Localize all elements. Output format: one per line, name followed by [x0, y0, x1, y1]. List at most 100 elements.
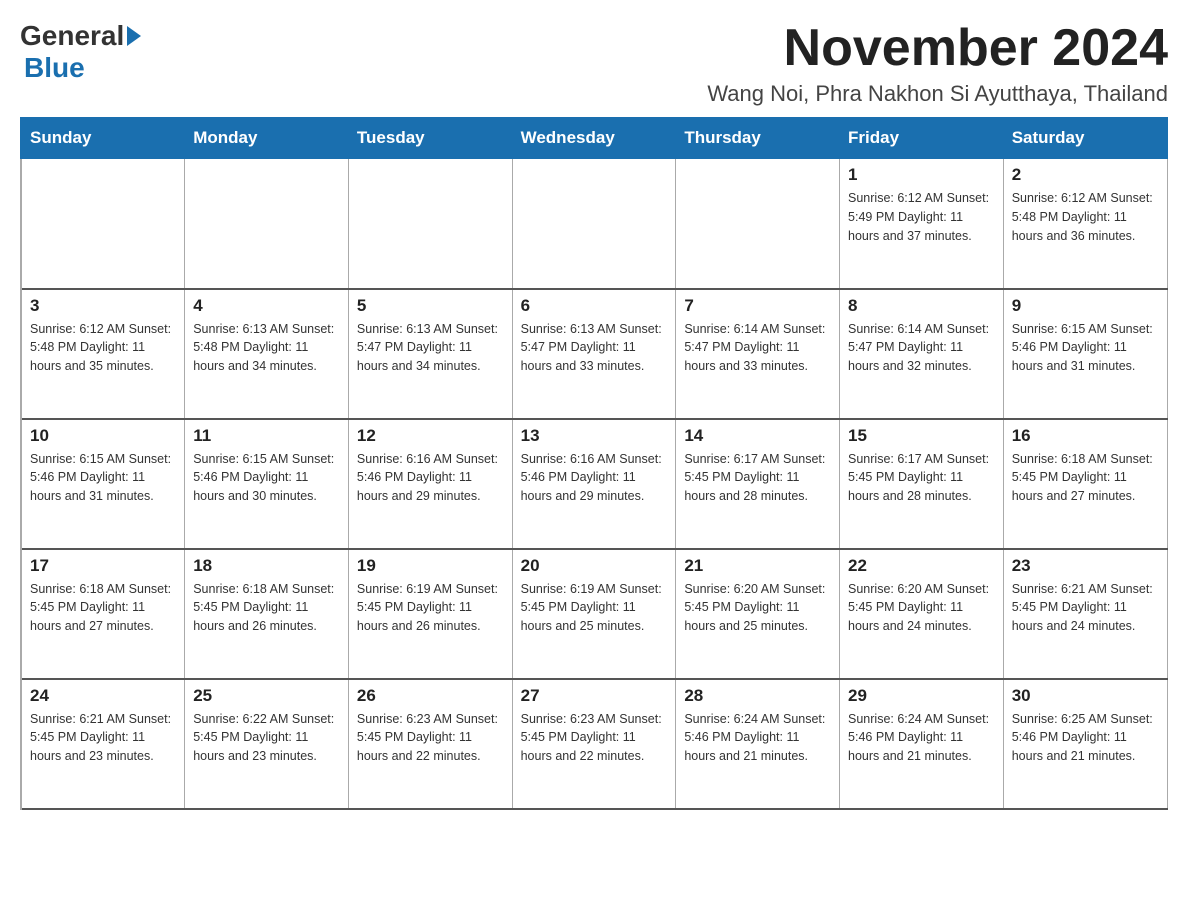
week-row-4: 17 Sunrise: 6:18 AM Sunset: 5:45 PM Dayli… — [21, 549, 1167, 679]
day-info: Sunrise: 6:14 AM Sunset: 5:47 PM Dayligh… — [848, 320, 995, 376]
day-info: Sunrise: 6:15 AM Sunset: 5:46 PM Dayligh… — [30, 450, 176, 506]
day-cell: 19 Sunrise: 6:19 AM Sunset: 5:45 PM Dayli… — [348, 549, 512, 679]
day-number: 30 — [1012, 686, 1159, 706]
day-cell: 27 Sunrise: 6:23 AM Sunset: 5:45 PM Dayli… — [512, 679, 676, 809]
day-number: 14 — [684, 426, 831, 446]
day-cell: 4 Sunrise: 6:13 AM Sunset: 5:48 PM Daylig… — [185, 289, 349, 419]
day-number: 29 — [848, 686, 995, 706]
day-info: Sunrise: 6:24 AM Sunset: 5:46 PM Dayligh… — [684, 710, 831, 766]
day-info: Sunrise: 6:13 AM Sunset: 5:48 PM Dayligh… — [193, 320, 340, 376]
day-number: 7 — [684, 296, 831, 316]
day-cell: 29 Sunrise: 6:24 AM Sunset: 5:46 PM Dayli… — [840, 679, 1004, 809]
weekday-header-saturday: Saturday — [1003, 118, 1167, 159]
day-cell — [348, 159, 512, 289]
day-info: Sunrise: 6:23 AM Sunset: 5:45 PM Dayligh… — [521, 710, 668, 766]
day-cell: 7 Sunrise: 6:14 AM Sunset: 5:47 PM Daylig… — [676, 289, 840, 419]
logo: General Blue — [20, 20, 144, 84]
day-number: 11 — [193, 426, 340, 446]
title-area: November 2024 Wang Noi, Phra Nakhon Si A… — [707, 20, 1168, 107]
weekday-header-monday: Monday — [185, 118, 349, 159]
day-cell: 5 Sunrise: 6:13 AM Sunset: 5:47 PM Daylig… — [348, 289, 512, 419]
day-number: 17 — [30, 556, 176, 576]
day-cell: 22 Sunrise: 6:20 AM Sunset: 5:45 PM Dayli… — [840, 549, 1004, 679]
day-info: Sunrise: 6:18 AM Sunset: 5:45 PM Dayligh… — [1012, 450, 1159, 506]
day-info: Sunrise: 6:19 AM Sunset: 5:45 PM Dayligh… — [357, 580, 504, 636]
day-info: Sunrise: 6:16 AM Sunset: 5:46 PM Dayligh… — [521, 450, 668, 506]
day-number: 1 — [848, 165, 995, 185]
day-cell: 26Sunrise: 6:23 AM Sunset: 5:45 PM Dayli… — [348, 679, 512, 809]
day-info: Sunrise: 6:21 AM Sunset: 5:45 PM Dayligh… — [1012, 580, 1159, 636]
day-number: 2 — [1012, 165, 1159, 185]
day-cell: 13 Sunrise: 6:16 AM Sunset: 5:46 PM Dayli… — [512, 419, 676, 549]
day-info: Sunrise: 6:23 AM Sunset: 5:45 PM Dayligh… — [357, 710, 504, 766]
day-info: Sunrise: 6:12 AM Sunset: 5:48 PM Dayligh… — [30, 320, 176, 376]
week-row-1: 1Sunrise: 6:12 AM Sunset: 5:49 PM Daylig… — [21, 159, 1167, 289]
day-info: Sunrise: 6:16 AM Sunset: 5:46 PM Dayligh… — [357, 450, 504, 506]
day-info: Sunrise: 6:19 AM Sunset: 5:45 PM Dayligh… — [521, 580, 668, 636]
day-cell: 23 Sunrise: 6:21 AM Sunset: 5:45 PM Dayli… — [1003, 549, 1167, 679]
day-cell: 2 Sunrise: 6:12 AM Sunset: 5:48 PM Daylig… — [1003, 159, 1167, 289]
logo-arrow-icon — [127, 26, 141, 46]
week-row-5: 24 Sunrise: 6:21 AM Sunset: 5:45 PM Dayli… — [21, 679, 1167, 809]
day-cell — [676, 159, 840, 289]
day-number: 9 — [1012, 296, 1159, 316]
day-cell: 12 Sunrise: 6:16 AM Sunset: 5:46 PM Dayli… — [348, 419, 512, 549]
day-number: 4 — [193, 296, 340, 316]
day-info: Sunrise: 6:15 AM Sunset: 5:46 PM Dayligh… — [193, 450, 340, 506]
weekday-header-thursday: Thursday — [676, 118, 840, 159]
day-cell: 14Sunrise: 6:17 AM Sunset: 5:45 PM Dayli… — [676, 419, 840, 549]
logo-general-text: General — [20, 20, 124, 52]
day-number: 20 — [521, 556, 668, 576]
day-number: 24 — [30, 686, 176, 706]
day-cell — [512, 159, 676, 289]
day-number: 16 — [1012, 426, 1159, 446]
day-cell: 16 Sunrise: 6:18 AM Sunset: 5:45 PM Dayli… — [1003, 419, 1167, 549]
day-number: 22 — [848, 556, 995, 576]
day-info: Sunrise: 6:25 AM Sunset: 5:46 PM Dayligh… — [1012, 710, 1159, 766]
day-info: Sunrise: 6:13 AM Sunset: 5:47 PM Dayligh… — [521, 320, 668, 376]
day-info: Sunrise: 6:13 AM Sunset: 5:47 PM Dayligh… — [357, 320, 504, 376]
day-number: 23 — [1012, 556, 1159, 576]
month-title: November 2024 — [707, 20, 1168, 77]
day-cell: 18 Sunrise: 6:18 AM Sunset: 5:45 PM Dayli… — [185, 549, 349, 679]
day-info: Sunrise: 6:21 AM Sunset: 5:45 PM Dayligh… — [30, 710, 176, 766]
day-number: 6 — [521, 296, 668, 316]
day-cell: 25Sunrise: 6:22 AM Sunset: 5:45 PM Dayli… — [185, 679, 349, 809]
calendar: SundayMondayTuesdayWednesdayThursdayFrid… — [20, 117, 1168, 810]
day-cell: 15Sunrise: 6:17 AM Sunset: 5:45 PM Dayli… — [840, 419, 1004, 549]
day-number: 27 — [521, 686, 668, 706]
day-number: 18 — [193, 556, 340, 576]
day-number: 21 — [684, 556, 831, 576]
day-number: 8 — [848, 296, 995, 316]
day-number: 28 — [684, 686, 831, 706]
day-cell: 21Sunrise: 6:20 AM Sunset: 5:45 PM Dayli… — [676, 549, 840, 679]
day-number: 25 — [193, 686, 340, 706]
day-info: Sunrise: 6:15 AM Sunset: 5:46 PM Dayligh… — [1012, 320, 1159, 376]
day-info: Sunrise: 6:24 AM Sunset: 5:46 PM Dayligh… — [848, 710, 995, 766]
day-info: Sunrise: 6:18 AM Sunset: 5:45 PM Dayligh… — [193, 580, 340, 636]
day-number: 5 — [357, 296, 504, 316]
day-info: Sunrise: 6:18 AM Sunset: 5:45 PM Dayligh… — [30, 580, 176, 636]
day-cell — [21, 159, 185, 289]
weekday-header-row: SundayMondayTuesdayWednesdayThursdayFrid… — [21, 118, 1167, 159]
day-cell: 28 Sunrise: 6:24 AM Sunset: 5:46 PM Dayli… — [676, 679, 840, 809]
day-number: 13 — [521, 426, 668, 446]
day-cell: 6 Sunrise: 6:13 AM Sunset: 5:47 PM Daylig… — [512, 289, 676, 419]
day-info: Sunrise: 6:12 AM Sunset: 5:48 PM Dayligh… — [1012, 189, 1159, 245]
day-cell: 20 Sunrise: 6:19 AM Sunset: 5:45 PM Dayli… — [512, 549, 676, 679]
day-cell: 9 Sunrise: 6:15 AM Sunset: 5:46 PM Daylig… — [1003, 289, 1167, 419]
day-cell: 10 Sunrise: 6:15 AM Sunset: 5:46 PM Dayli… — [21, 419, 185, 549]
location-title: Wang Noi, Phra Nakhon Si Ayutthaya, Thai… — [707, 81, 1168, 107]
day-number: 10 — [30, 426, 176, 446]
day-number: 3 — [30, 296, 176, 316]
weekday-header-sunday: Sunday — [21, 118, 185, 159]
day-info: Sunrise: 6:17 AM Sunset: 5:45 PM Dayligh… — [848, 450, 995, 506]
day-number: 19 — [357, 556, 504, 576]
day-info: Sunrise: 6:20 AM Sunset: 5:45 PM Dayligh… — [848, 580, 995, 636]
day-cell: 17 Sunrise: 6:18 AM Sunset: 5:45 PM Dayli… — [21, 549, 185, 679]
day-info: Sunrise: 6:14 AM Sunset: 5:47 PM Dayligh… — [684, 320, 831, 376]
week-row-2: 3 Sunrise: 6:12 AM Sunset: 5:48 PM Daylig… — [21, 289, 1167, 419]
logo-blue-text: Blue — [24, 52, 85, 83]
day-number: 12 — [357, 426, 504, 446]
day-cell — [185, 159, 349, 289]
